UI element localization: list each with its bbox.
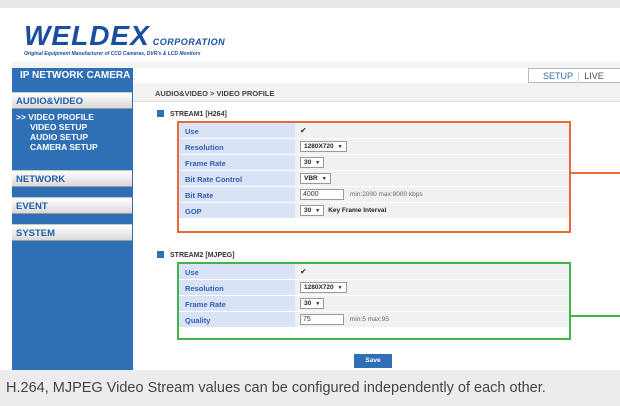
chevron-down-icon: ▼ [337,285,343,291]
stream2-framerate-select[interactable]: 30 ▼ [300,298,325,309]
chevron-down-icon: ▼ [315,208,321,214]
stream1-bitrate-control-select[interactable]: VBR ▼ [300,173,331,184]
sidebar-subitem-video-profile[interactable]: >> VIDEO PROFILE [16,112,94,122]
stream2-heading: STREAM2 [MJPEG] [157,251,235,259]
stream2-resolution-label: Resolution [179,280,295,295]
stream2-callout-line [571,315,620,317]
breadcrumb: AUDIO&VIDEO > VIDEO PROFILE [133,83,620,102]
caption: H.264, MJPEG Video Stream values can be … [6,380,546,396]
stream1-use-checkbox[interactable]: ✔ [300,127,308,135]
content-panel: SETUP | LIVE AUDIO&VIDEO > VIDEO PROFILE… [133,68,620,370]
stream1-gop-select[interactable]: 30 ▼ [300,205,325,216]
stream1-settings-table: Use ✔ Resolution 1280X720 ▼ Frame Rate 30… [177,121,571,233]
stream1-bitrate-hint: min:2000 max:8000 kbps [350,191,423,198]
stream2-settings-table: Use ✔ Resolution 1280X720 ▼ Frame Rate 30… [177,262,571,340]
table-row: Quality 75 min:5 max:95 [179,312,569,328]
stream1-bitrate-label: Bit Rate [179,187,295,202]
table-row: Bit Rate Control VBR ▼ [179,171,569,187]
stream1-bitrate-control-label: Bit Rate Control [179,171,295,186]
logo-wordmark: WELDEX [24,20,150,51]
stream2-use-label: Use [179,264,295,279]
stream1-resolution-select[interactable]: 1280X720 ▼ [300,141,347,152]
table-row: Resolution 1280X720 ▼ [179,280,569,296]
save-button[interactable]: Save [354,354,392,368]
tab-separator: | [577,71,580,81]
chevron-down-icon: ▼ [315,160,321,166]
table-row: Frame Rate 30 ▼ [179,155,569,171]
stream1-title: STREAM1 [H264] [170,111,227,118]
sidebar-subitem-video-setup[interactable]: VIDEO SETUP [30,122,87,132]
table-row: Bit Rate 4000 min:2000 max:8000 kbps [179,187,569,203]
weldex-logo: WELDEX CORPORATION Original Equipment Man… [24,20,226,58]
table-row: Use ✔ [179,264,569,280]
stream1-resolution-label: Resolution [179,139,295,154]
stream1-marker-icon [157,110,164,117]
sidebar: IP NETWORK CAMERA AUDIO&VIDEO >> VIDEO P… [12,68,133,370]
stream2-quality-label: Quality [179,312,295,327]
header: WELDEX CORPORATION Original Equipment Man… [0,0,620,62]
stream1-callout-line [571,172,620,174]
sidebar-item-system[interactable]: SYSTEM [12,224,132,241]
stream1-framerate-select[interactable]: 30 ▼ [300,157,325,168]
sidebar-subitem-audio-setup[interactable]: AUDIO SETUP [30,132,88,142]
logo-corporation: CORPORATION [152,37,226,47]
stream2-quality-input[interactable]: 75 [300,314,344,325]
stream1-bitrate-input[interactable]: 4000 [300,189,344,200]
sidebar-item-event[interactable]: EVENT [12,197,132,214]
table-row: GOP 30 ▼ Key Frame Interval [179,203,569,219]
stream1-gop-hint: Key Frame Interval [328,207,387,214]
mode-tabs: SETUP | LIVE [528,68,620,83]
stream1-use-label: Use [179,123,295,138]
table-row: Resolution 1280X720 ▼ [179,139,569,155]
stream2-framerate-label: Frame Rate [179,296,295,311]
stream2-use-checkbox[interactable]: ✔ [300,268,308,276]
sidebar-item-network[interactable]: NETWORK [12,170,132,187]
chevron-down-icon: ▼ [321,176,327,182]
chevron-down-icon: ▼ [337,144,343,150]
chevron-down-icon: ▼ [315,301,321,307]
stream1-framerate-label: Frame Rate [179,155,295,170]
stream1-heading: STREAM1 [H264] [157,110,227,118]
sidebar-subitem-camera-setup[interactable]: CAMERA SETUP [30,142,98,152]
stream2-quality-hint: min:5 max:95 [350,316,390,323]
caption-bar: H.264, MJPEG Video Stream values can be … [0,370,620,406]
tab-setup[interactable]: SETUP [543,71,573,81]
tab-live[interactable]: LIVE [584,71,604,81]
stream1-gop-label: GOP [179,203,295,218]
table-row: Use ✔ [179,123,569,139]
stream2-title: STREAM2 [MJPEG] [170,252,235,259]
table-row: Frame Rate 30 ▼ [179,296,569,312]
logo-tagline: Original Equipment Manufacturer of CCD C… [24,51,201,57]
sidebar-title: IP NETWORK CAMERA [12,68,133,84]
stream2-marker-icon [157,251,164,258]
stream2-resolution-select[interactable]: 1280X720 ▼ [300,282,347,293]
sidebar-item-audio-video[interactable]: AUDIO&VIDEO [12,92,132,109]
